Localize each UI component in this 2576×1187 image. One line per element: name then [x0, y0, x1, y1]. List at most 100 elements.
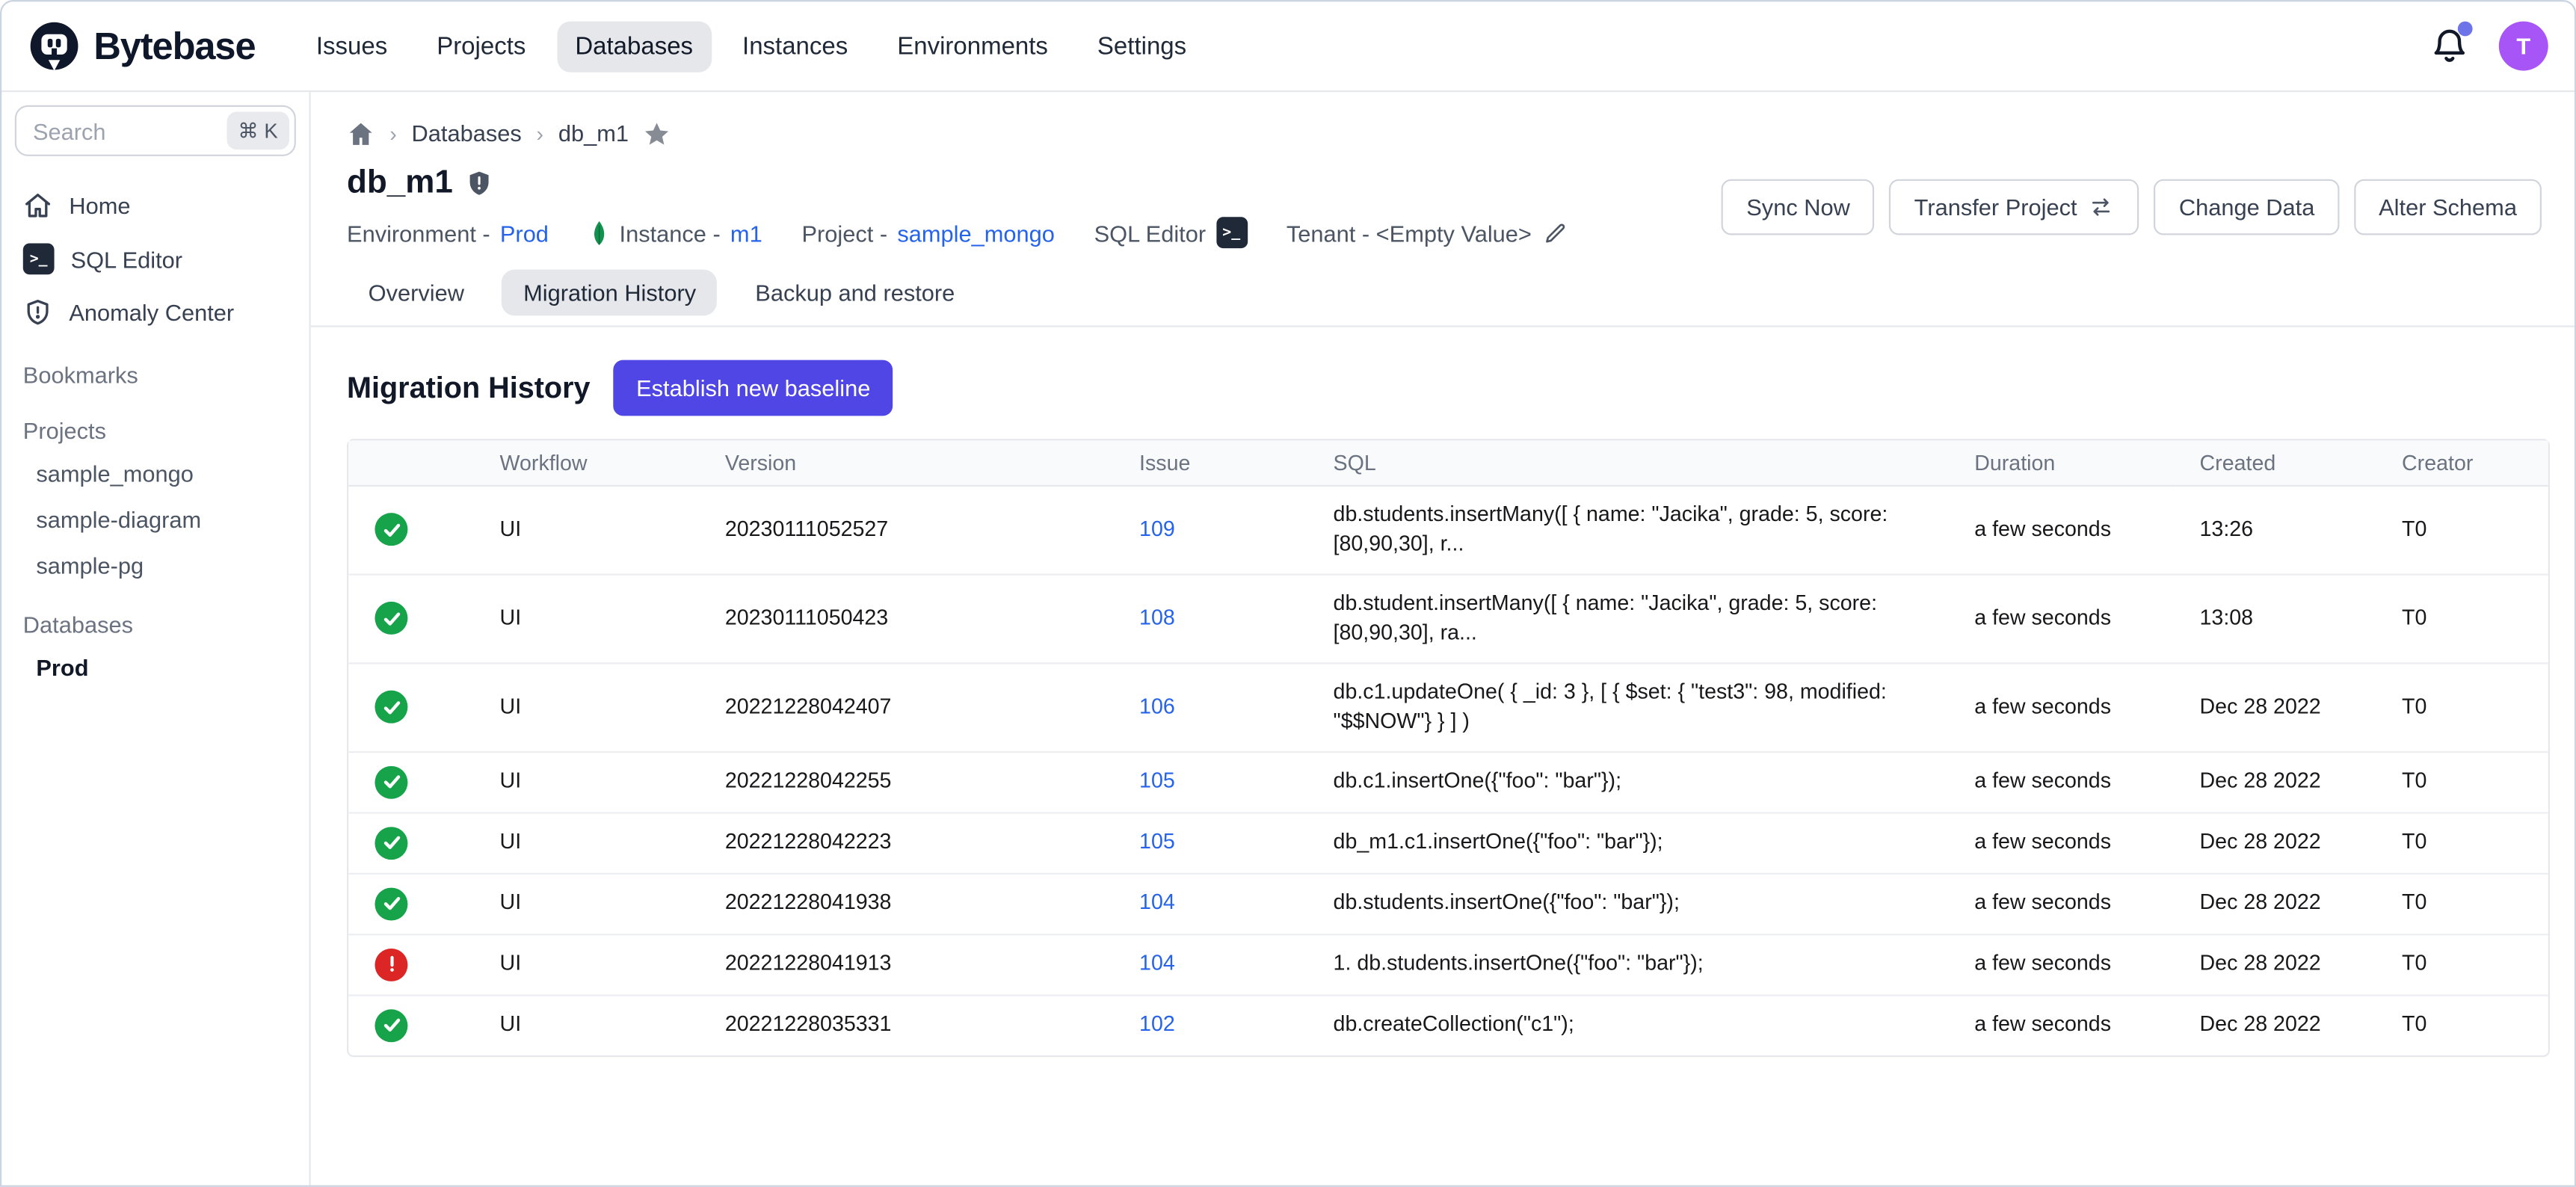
sidebar-section-bookmarks: Bookmarks	[1, 348, 309, 395]
issue-link[interactable]: 108	[1139, 605, 1175, 630]
creator-cell: T0	[2379, 874, 2548, 934]
created-cell: 13:08	[2177, 576, 2379, 665]
version-cell: 20230111050423	[702, 576, 1116, 665]
breadcrumb-separator: ›	[537, 121, 544, 146]
table-row[interactable]: UI 20221228042255 105 db.c1.insertOne({"…	[348, 753, 2548, 813]
issue-link[interactable]: 109	[1139, 517, 1175, 541]
nav-item-instances[interactable]: Instances	[724, 20, 866, 71]
edit-tenant-button[interactable]	[1541, 220, 1568, 246]
sidebar-project-sample-pg[interactable]: sample-pg	[1, 543, 309, 589]
shield-icon	[23, 297, 53, 327]
sidebar-item-home[interactable]: Home	[1, 179, 309, 232]
success-check-icon	[375, 1009, 407, 1042]
transfer-project-label: Transfer Project	[1914, 193, 2077, 219]
migration-table-body: UI 20230111052527 109 db.students.insert…	[348, 487, 2548, 1055]
home-filled-icon	[347, 119, 375, 147]
error-exclamation-icon	[375, 948, 407, 981]
tab-migration-history[interactable]: Migration History	[502, 270, 718, 316]
duration-cell: a few seconds	[1951, 576, 2176, 665]
sidebar-project-sample-diagram[interactable]: sample-diagram	[1, 496, 309, 543]
nav-item-databases[interactable]: Databases	[557, 20, 711, 71]
col-version: Version	[702, 440, 1116, 487]
favorite-star-button[interactable]	[644, 118, 671, 148]
main-content: › Databases › db_m1 db_m1	[311, 92, 2575, 1185]
version-cell: 20221228041938	[702, 874, 1116, 934]
notifications-button[interactable]	[2429, 26, 2469, 66]
mongodb-leaf-icon	[588, 218, 610, 247]
nav-item-issues[interactable]: Issues	[298, 20, 406, 71]
duration-cell: a few seconds	[1951, 664, 2176, 753]
col-duration: Duration	[1951, 440, 2176, 487]
establish-baseline-button[interactable]: Establish new baseline	[613, 360, 893, 416]
protected-shield-icon	[466, 170, 493, 197]
breadcrumb-current: db_m1	[558, 120, 629, 147]
database-meta-row: Environment - Prod Instance - m1	[347, 217, 1568, 248]
sql-cell: db.students.insertMany([ { name: "Jacika…	[1310, 487, 1952, 576]
col-created: Created	[2177, 440, 2379, 487]
sidebar-section-projects: Projects	[1, 404, 309, 451]
nav-item-projects[interactable]: Projects	[419, 20, 544, 71]
sidebar-project-sample-mongo[interactable]: sample_mongo	[1, 451, 309, 497]
version-cell: 20221228042407	[702, 664, 1116, 753]
created-cell: Dec 28 2022	[2177, 996, 2379, 1055]
project-link[interactable]: sample_mongo	[897, 220, 1055, 246]
col-creator: Creator	[2379, 440, 2548, 487]
issue-link[interactable]: 102	[1139, 1012, 1175, 1037]
issue-link[interactable]: 105	[1139, 768, 1175, 793]
duration-cell: a few seconds	[1951, 813, 2176, 874]
top-navbar: Bytebase Issues Projects Databases Insta…	[1, 1, 2575, 92]
duration-cell: a few seconds	[1951, 753, 2176, 813]
alter-schema-button[interactable]: Alter Schema	[2354, 179, 2542, 235]
workflow-cell: UI	[477, 996, 702, 1055]
sync-now-button[interactable]: Sync Now	[1722, 179, 1875, 235]
nav-item-settings[interactable]: Settings	[1079, 20, 1205, 71]
version-cell: 20221228042255	[702, 753, 1116, 813]
migration-history-table: Workflow Version Issue SQL Duration Crea…	[347, 439, 2550, 1056]
avatar[interactable]: T	[2499, 22, 2548, 71]
change-data-button[interactable]: Change Data	[2154, 179, 2339, 235]
breadcrumb-databases[interactable]: Databases	[412, 120, 522, 147]
transfer-arrows-icon	[2089, 193, 2115, 219]
transfer-project-button[interactable]: Transfer Project	[1890, 179, 2139, 235]
table-row[interactable]: UI 20230111050423 108 db.student.insertM…	[348, 576, 2548, 665]
issue-link[interactable]: 106	[1139, 694, 1175, 718]
col-issue: Issue	[1116, 440, 1310, 487]
creator-cell: T0	[2379, 576, 2548, 665]
sql-editor-link[interactable]: SQL Editor >_	[1094, 217, 1247, 248]
home-icon	[23, 191, 53, 221]
table-row[interactable]: UI 20221228042223 105 db_m1.c1.insertOne…	[348, 813, 2548, 874]
environment-link[interactable]: Prod	[500, 220, 549, 246]
table-row[interactable]: UI 20221228041938 104 db.students.insert…	[348, 874, 2548, 934]
sidebar-item-anomaly-center[interactable]: Anomaly Center	[1, 286, 309, 339]
issue-link[interactable]: 104	[1139, 890, 1175, 915]
creator-cell: T0	[2379, 996, 2548, 1055]
breadcrumb-home-button[interactable]	[347, 119, 375, 147]
instance-label: Instance -	[620, 220, 721, 246]
table-row[interactable]: UI 20221228042407 106 db.c1.updateOne( {…	[348, 664, 2548, 753]
col-sql: SQL	[1310, 440, 1952, 487]
workflow-cell: UI	[477, 664, 702, 753]
table-row[interactable]: UI 20221228041913 104 1. db.students.ins…	[348, 935, 2548, 996]
page-title: db_m1	[347, 164, 453, 203]
sql-cell: 1. db.students.insertOne({"foo": "bar"})…	[1310, 935, 1952, 996]
created-cell: Dec 28 2022	[2177, 664, 2379, 753]
sidebar-database-prod[interactable]: Prod	[1, 644, 309, 691]
created-cell: Dec 28 2022	[2177, 935, 2379, 996]
instance-link[interactable]: m1	[730, 220, 762, 246]
brand-logo[interactable]: Bytebase	[28, 19, 255, 72]
sql-editor-label: SQL Editor	[1094, 220, 1206, 246]
nav-item-environments[interactable]: Environments	[879, 20, 1066, 71]
header-actions: Sync Now Transfer Project Change Data Al…	[1722, 179, 2542, 235]
sidebar-item-sql-editor[interactable]: >_ SQL Editor	[1, 232, 309, 286]
table-row[interactable]: UI 20230111052527 109 db.students.insert…	[348, 487, 2548, 576]
main-nav: Issues Projects Databases Instances Envi…	[298, 20, 1205, 71]
success-check-icon	[375, 691, 407, 724]
success-check-icon	[375, 887, 407, 920]
issue-link[interactable]: 104	[1139, 951, 1175, 975]
tab-backup-and-restore[interactable]: Backup and restore	[734, 270, 976, 316]
table-row[interactable]: UI 20221228035331 102 db.createCollectio…	[348, 996, 2548, 1055]
created-cell: 13:26	[2177, 487, 2379, 576]
created-cell: Dec 28 2022	[2177, 753, 2379, 813]
issue-link[interactable]: 105	[1139, 829, 1175, 854]
tab-overview[interactable]: Overview	[347, 270, 486, 316]
